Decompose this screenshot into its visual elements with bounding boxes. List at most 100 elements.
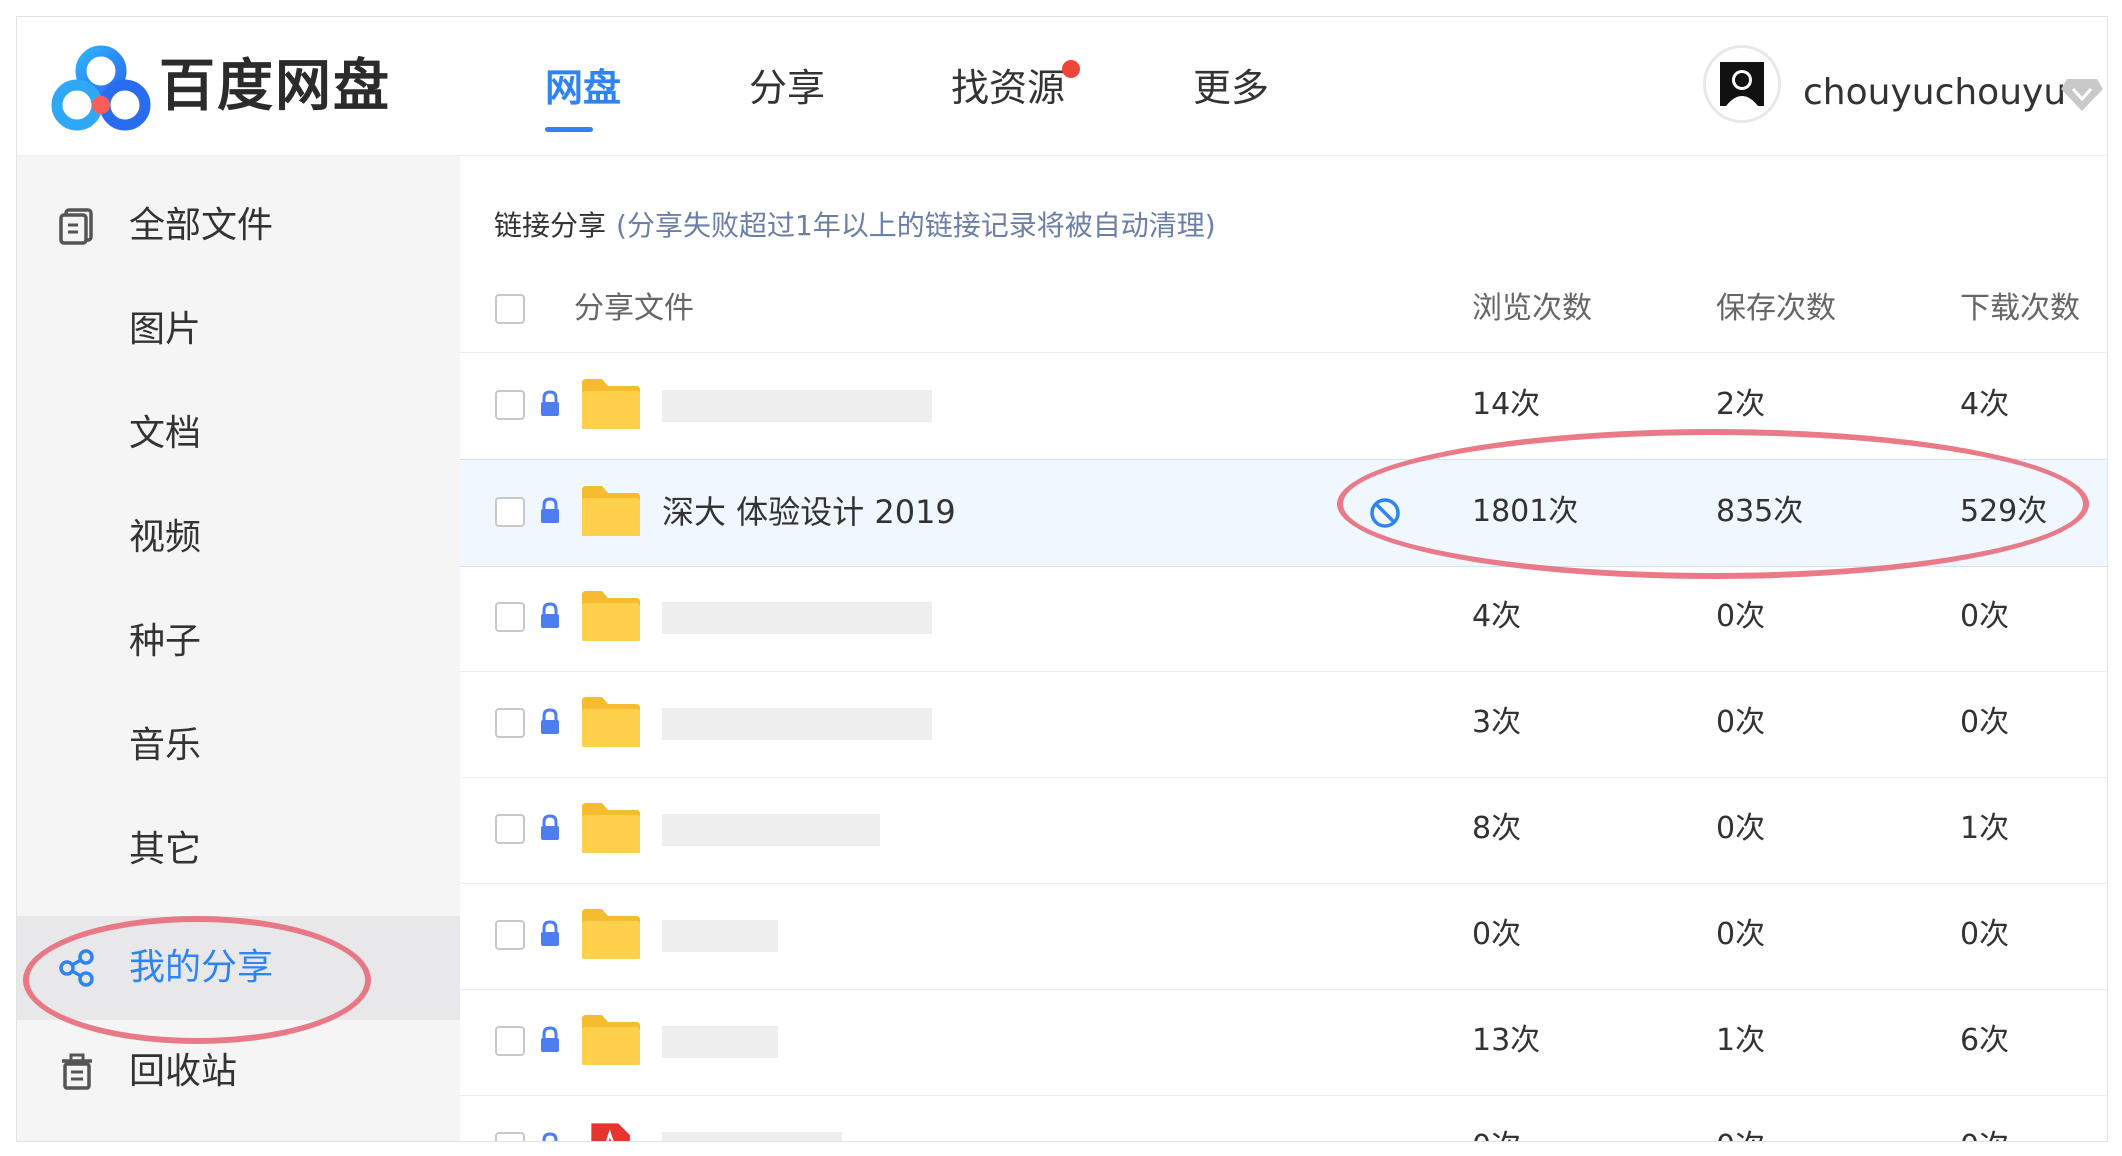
cancel-share-icon[interactable] (1368, 496, 1402, 530)
sidebar-item-my-shares[interactable]: 我的分享 (17, 916, 460, 1020)
redacted-file-name (662, 814, 880, 846)
link-share-notice: 链接分享 (分享失败超过1年以上的链接记录将被自动清理) (494, 208, 1216, 244)
lock-icon (541, 1026, 559, 1052)
table-row[interactable]: 4次 0次 0次 (460, 565, 2107, 672)
redacted-file-name (662, 920, 778, 952)
row-checkbox[interactable] (495, 708, 525, 738)
sidebar-label: 种子 (129, 621, 202, 662)
select-all-checkbox[interactable] (495, 294, 525, 324)
saves-count: 2次 (1716, 387, 1766, 422)
downloads-count: 0次 (1960, 599, 2010, 634)
saves-count: 0次 (1716, 917, 1766, 952)
downloads-count: 1次 (1960, 811, 2010, 846)
column-header-saves[interactable]: 保存次数 (1716, 290, 1836, 328)
sidebar-label: 文档 (129, 413, 202, 454)
row-checkbox[interactable] (495, 1026, 525, 1056)
views-count: 0次 (1472, 917, 1522, 952)
nav-find-resources[interactable]: 找资源 (951, 63, 1065, 113)
nav-active-indicator (545, 127, 593, 132)
saves-count: 0次 (1716, 705, 1766, 740)
lock-icon (541, 920, 559, 946)
column-header-views[interactable]: 浏览次数 (1472, 290, 1592, 328)
lock-icon (541, 814, 559, 840)
sidebar-item-images[interactable]: 图片 (17, 278, 460, 382)
row-checkbox[interactable] (495, 1132, 525, 1141)
row-checkbox[interactable] (495, 920, 525, 950)
saves-count: 835次 (1716, 494, 1804, 529)
table-row[interactable]: 14次 2次 4次 (460, 353, 2107, 460)
sidebar-item-videos[interactable]: 视频 (17, 486, 460, 590)
views-count: 3次 (1472, 705, 1522, 740)
vip-diamond-icon[interactable] (2059, 75, 2105, 115)
sidebar-item-documents[interactable]: 文档 (17, 382, 460, 486)
table-row[interactable]: 13次 1次 6次 (460, 989, 2107, 1096)
folder-icon (582, 909, 640, 959)
username[interactable]: chouyuchouyu (1803, 71, 2066, 115)
row-checkbox[interactable] (495, 497, 525, 527)
nav-more[interactable]: 更多 (1193, 63, 1269, 113)
folder-icon (582, 697, 640, 747)
baidu-netdisk-logo[interactable] (51, 43, 151, 133)
lock-icon (541, 497, 559, 523)
views-count: 8次 (1472, 811, 1522, 846)
column-header-downloads[interactable]: 下载次数 (1960, 290, 2080, 328)
sidebar-label: 我的分享 (129, 947, 274, 988)
lock-icon (541, 708, 559, 734)
table-row[interactable]: 8次 0次 1次 (460, 777, 2107, 884)
downloads-count: 6次 (1960, 1023, 2010, 1058)
folder-icon (582, 1015, 640, 1065)
sidebar-label: 音乐 (129, 725, 202, 766)
row-checkbox[interactable] (495, 390, 525, 420)
table-row[interactable]: 0次 0次 0次 (460, 1095, 2107, 1141)
sidebar-item-music[interactable]: 音乐 (17, 694, 460, 798)
sidebar-label: 图片 (129, 309, 202, 350)
downloads-count: 529次 (1960, 494, 2048, 529)
row-checkbox[interactable] (495, 602, 525, 632)
sidebar-label: 回收站 (129, 1051, 238, 1092)
downloads-count: 0次 (1960, 705, 2010, 740)
sidebar-label: 视频 (129, 517, 202, 558)
recycle-bin-icon (62, 1053, 92, 1090)
downloads-count: 4次 (1960, 387, 2010, 422)
table-row[interactable]: 3次 0次 0次 (460, 671, 2107, 778)
nav-netdisk[interactable]: 网盘 (545, 63, 621, 113)
sidebar-item-all-files[interactable]: 全部文件 (17, 174, 460, 278)
notification-dot (1062, 60, 1080, 78)
share-list-panel: 链接分享 (分享失败超过1年以上的链接记录将被自动清理) 分享文件 浏览次数 保存… (460, 156, 2107, 1141)
table-row[interactable]: 0次 0次 0次 (460, 883, 2107, 990)
sidebar: 全部文件 图片 文档 视频 种子 音乐 其它 我的分享 回收站 (17, 156, 460, 1141)
lock-icon (542, 1132, 558, 1141)
redacted-file-name (662, 1026, 778, 1058)
notice-hint: (分享失败超过1年以上的链接记录将被自动清理) (616, 209, 1216, 242)
folder-icon (582, 803, 640, 853)
folder-icon (582, 379, 640, 429)
redacted-file-name (662, 708, 932, 740)
downloads-count: 0次 (1960, 1127, 2009, 1141)
saves-count: 0次 (1716, 1127, 1765, 1141)
nav-share[interactable]: 分享 (749, 63, 825, 113)
saves-count: 0次 (1716, 599, 1766, 634)
column-header-file[interactable]: 分享文件 (574, 290, 694, 328)
sidebar-label: 全部文件 (129, 205, 274, 246)
views-count: 1801次 (1472, 494, 1579, 529)
views-count: 14次 (1472, 387, 1541, 422)
app-window: 百度网盘 网盘 分享 找资源 更多 chouyuchouyu 全部文件 图片 文… (16, 16, 2108, 1142)
user-avatar[interactable] (1703, 45, 1781, 123)
saves-count: 1次 (1716, 1023, 1766, 1058)
file-name[interactable]: 深大 体验设计 2019 (662, 492, 956, 532)
views-count: 13次 (1472, 1023, 1541, 1058)
lock-icon (541, 602, 559, 628)
notice-title: 链接分享 (494, 209, 607, 242)
views-count: 4次 (1472, 599, 1522, 634)
sidebar-item-recycle-bin[interactable]: 回收站 (17, 1020, 460, 1124)
table-row[interactable]: 深大 体验设计 2019 1801次 835次 529次 (460, 459, 2107, 567)
views-count: 0次 (1472, 1127, 1521, 1141)
pdf-file-icon (591, 1123, 630, 1141)
saves-count: 0次 (1716, 811, 1766, 846)
sidebar-item-torrents[interactable]: 种子 (17, 590, 460, 694)
sidebar-item-others[interactable]: 其它 (17, 798, 460, 902)
folder-icon (582, 591, 640, 641)
downloads-count: 0次 (1960, 917, 2010, 952)
row-checkbox[interactable] (495, 814, 525, 844)
folder-icon (582, 486, 640, 536)
